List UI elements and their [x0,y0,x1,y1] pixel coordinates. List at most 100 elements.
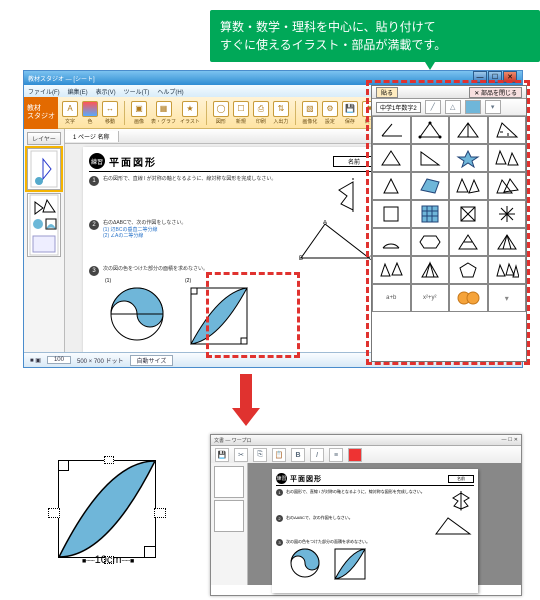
rb-illust[interactable]: ★イラスト [180,101,200,125]
r2-color-icon[interactable] [348,448,362,462]
close-panel-button[interactable]: ✕ 部品を閉じる [469,87,522,98]
part-arc[interactable] [372,228,411,256]
ribbon-brand: 教材 スタジオ [24,97,58,129]
part-note[interactable]: a+b [372,284,411,312]
part-net[interactable] [411,228,450,256]
layers-sidebar: レイヤー [24,129,65,353]
callout-tail [420,54,440,70]
menu-tool[interactable]: ツール(T) [124,87,150,96]
doc2-chip: 練習 [276,473,287,484]
rb-image[interactable]: ▣画像 [131,101,147,125]
part-line-angle[interactable] [372,116,411,144]
zoom-label: 10cm [95,554,122,566]
part-triangle-mark[interactable] [488,116,527,144]
rb-save[interactable]: 💾保存 [342,101,358,125]
thumb2-1[interactable] [214,466,244,498]
doc2-fig2 [432,515,474,537]
color-icon [82,101,98,117]
part-tri-pair[interactable] [449,172,488,200]
part-tri3[interactable] [372,256,411,284]
image-icon: ▣ [131,101,147,117]
sidebar-2 [211,463,248,585]
rb-move[interactable]: ↔移動 [102,101,118,125]
rb-print[interactable]: ⎙印刷 [253,101,269,125]
rb-table[interactable]: ▦表・グラフ [151,101,176,125]
tool-fill-icon[interactable] [465,100,481,114]
part-circles[interactable] [449,284,488,312]
menu-help[interactable]: ヘルプ(H) [157,87,183,96]
thumb2-2[interactable] [214,500,244,532]
layer-thumb-1[interactable] [27,148,61,190]
svg-text:A: A [323,220,327,226]
part-star-blue[interactable] [449,144,488,172]
arrow-down [232,374,260,424]
part-tri-comp[interactable] [411,256,450,284]
table-icon: ▦ [156,101,172,117]
part-polygon[interactable] [411,172,450,200]
tool-line-icon[interactable]: ╱ [425,100,441,114]
part-eq[interactable]: x²+y² [411,284,450,312]
part-poly-ring[interactable] [449,256,488,284]
rb-io[interactable]: ⇅入出力 [273,101,289,125]
menu-edit[interactable]: 編集(E) [68,87,88,96]
rb-new[interactable]: ☐新規 [233,101,249,125]
r2-italic-icon[interactable]: I [310,448,324,462]
r2-paste-icon[interactable]: 📋 [272,448,286,462]
r2-bold-icon[interactable]: B [291,448,305,462]
rb-color[interactable]: 色 [82,101,98,125]
part-tri-overlay[interactable] [488,172,527,200]
r2-save-icon[interactable]: 💾 [215,448,229,462]
illust-icon: ★ [182,101,198,117]
paste-button[interactable]: 貼る [376,87,398,98]
part-triangle-vtx[interactable] [411,116,450,144]
part-tri-right[interactable] [411,144,450,172]
part-tri-iso[interactable] [372,172,411,200]
part-tri-sets[interactable] [488,256,527,284]
part-triangle-mid[interactable] [449,116,488,144]
rb-img2[interactable]: ▧画像化 [302,101,318,125]
layer-thumb-2[interactable] [27,193,61,257]
part-scroll[interactable]: ▾ [488,284,527,312]
part-grid[interactable] [411,200,450,228]
q2-num: 2 [89,220,99,230]
rb-text[interactable]: A文字 [62,101,78,125]
r2-copy-icon[interactable]: ⎘ [253,448,267,462]
part-tri-cut[interactable] [449,228,488,256]
parts-panel-highlight: 貼る ✕ 部品を閉じる 中学1年数字2 ╱ △ ▾ [366,80,530,365]
parts-grid: a+b x²+y² ▾ [372,116,526,312]
doc2-fig3b: 10cm [332,547,368,581]
part-snowflake[interactable] [488,200,527,228]
panel-category[interactable]: 中学1年数字2 [376,102,421,113]
part-square[interactable] [372,200,411,228]
menu-view[interactable]: 表示(V) [96,87,116,96]
new-icon: ☐ [233,101,249,117]
tool-more-icon[interactable]: ▾ [485,100,501,114]
q2-figure: A B C [295,220,375,262]
part-tri-eq[interactable] [372,144,411,172]
marketing-callout: 算数・数学・理科を中心に、貼り付けて すぐに使えるイラスト・部品が満載です。 [210,10,540,62]
svg-text:B: B [299,256,303,262]
rb-shape[interactable]: ◯図形 [213,101,229,125]
ribbon-brand-label: 教材 スタジオ [27,105,55,122]
r2-align-icon[interactable]: ≡ [329,448,343,462]
r2-cut-icon[interactable]: ✂ [234,448,248,462]
export-icon: ▧ [302,101,318,117]
part-diag[interactable] [449,200,488,228]
print-icon: ⎙ [253,101,269,117]
status-fit[interactable]: 自動サイズ [130,355,174,366]
status-zoom[interactable]: 100 [47,356,71,364]
doc2-fig1 [448,489,474,513]
part-tri-group[interactable] [488,144,527,172]
zoom-figure: ■┄┄10cm┄┄■ [48,456,164,566]
part-tri-split[interactable] [488,228,527,256]
canvas-tab-1[interactable]: 1 ページ 名称 [65,131,119,142]
doc2-q3: 次の図の色をつけた部分の面積を求めなさい。 [286,539,370,546]
menu-file[interactable]: ファイル(F) [28,87,60,96]
move-icon: ↔ [102,101,118,117]
canvas-2[interactable]: 練習 平面図形 名前 1 右の図形で、直線 l が対称の軸となるように、線対称な… [248,463,521,585]
layers-tab[interactable]: レイヤー [27,132,61,145]
rb-settings[interactable]: ⚙設定 [322,101,338,125]
highlight-figure [206,272,300,358]
callout-line2: すぐに使えるイラスト・部品が満載です。 [220,38,446,52]
tool-tri-icon[interactable]: △ [445,100,461,114]
